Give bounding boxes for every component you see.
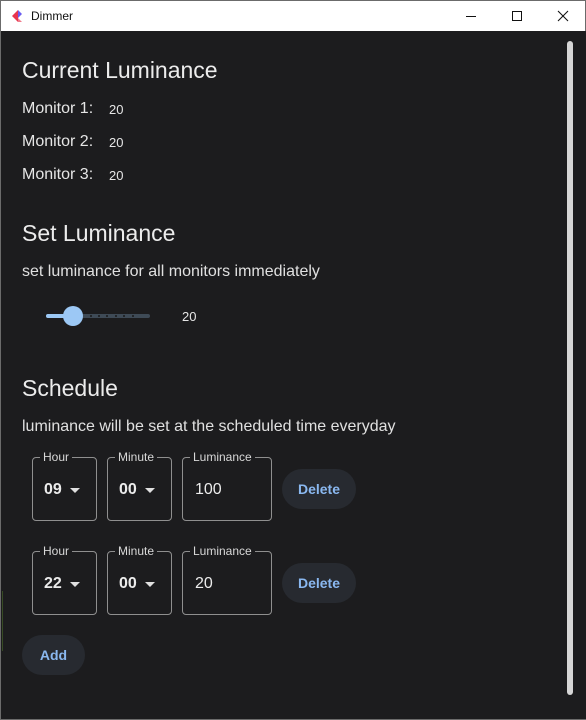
- slider-tick: [114, 315, 117, 317]
- luminance-input-value[interactable]: 100: [195, 481, 222, 499]
- hour-dropdown[interactable]: Hour 22: [32, 543, 97, 615]
- chevron-down-icon: [70, 488, 80, 493]
- hour-value: 22: [44, 575, 62, 592]
- edge-divider: [2, 591, 3, 651]
- window-title: Dimmer: [31, 9, 73, 23]
- chevron-down-icon: [70, 582, 80, 587]
- schedule-heading: Schedule: [22, 375, 118, 401]
- slider-tick: [123, 315, 126, 317]
- minute-label: Minute: [115, 449, 158, 465]
- chevron-down-icon: [145, 488, 155, 493]
- minute-dropdown[interactable]: Minute 00: [107, 449, 172, 521]
- dimmer-logo-icon: [10, 9, 24, 23]
- luminance-label: Luminance: [190, 449, 255, 465]
- monitor-3-label: Monitor 3:: [22, 166, 94, 183]
- hour-label: Hour: [40, 449, 73, 465]
- slider-thumb[interactable]: [62, 306, 83, 326]
- main-content: Current Luminance Monitor 1: 20 Monitor …: [2, 31, 586, 719]
- luminance-label: Luminance: [190, 543, 255, 559]
- set-luminance-heading: Set Luminance: [22, 220, 176, 246]
- slider-tick: [89, 315, 92, 317]
- delete-button[interactable]: Delete: [282, 469, 356, 509]
- luminance-slider[interactable]: [46, 306, 150, 326]
- minute-value: 00: [119, 481, 137, 498]
- minute-value: 00: [119, 575, 137, 592]
- hour-label: Hour: [40, 543, 73, 559]
- minimize-icon: [466, 16, 476, 17]
- add-button[interactable]: Add: [22, 635, 85, 675]
- hour-value: 09: [44, 481, 62, 498]
- app-window: Dimmer Current Luminance Monitor 1: 20 M…: [0, 0, 586, 720]
- close-button[interactable]: [540, 1, 586, 31]
- minute-dropdown[interactable]: Minute 00: [107, 543, 172, 615]
- title-bar[interactable]: Dimmer: [1, 1, 585, 31]
- schedule-description: luminance will be set at the scheduled t…: [22, 418, 396, 435]
- minimize-button[interactable]: [448, 1, 494, 31]
- chevron-down-icon: [145, 582, 155, 587]
- maximize-icon: [512, 11, 522, 21]
- luminance-field[interactable]: Luminance 100: [182, 449, 272, 521]
- set-luminance-description: set luminance for all monitors immediate…: [22, 263, 320, 280]
- maximize-button[interactable]: [494, 1, 540, 31]
- delete-button[interactable]: Delete: [282, 563, 356, 603]
- slider-tick: [131, 315, 134, 317]
- luminance-input-value[interactable]: 20: [195, 575, 213, 593]
- monitor-3-value: 20: [109, 168, 124, 183]
- monitor-2-value: 20: [109, 135, 124, 150]
- close-icon: [557, 10, 569, 22]
- monitor-1-label: Monitor 1:: [22, 100, 94, 117]
- slider-value: 20: [182, 309, 197, 324]
- monitor-1-value: 20: [109, 102, 124, 117]
- minute-label: Minute: [115, 543, 158, 559]
- scrollbar-thumb[interactable]: [567, 41, 573, 695]
- current-luminance-heading: Current Luminance: [22, 57, 218, 83]
- slider-tick: [106, 315, 109, 317]
- hour-dropdown[interactable]: Hour 09: [32, 449, 97, 521]
- slider-tick: [98, 315, 100, 317]
- monitor-2-label: Monitor 2:: [22, 133, 94, 150]
- luminance-field[interactable]: Luminance 20: [182, 543, 272, 615]
